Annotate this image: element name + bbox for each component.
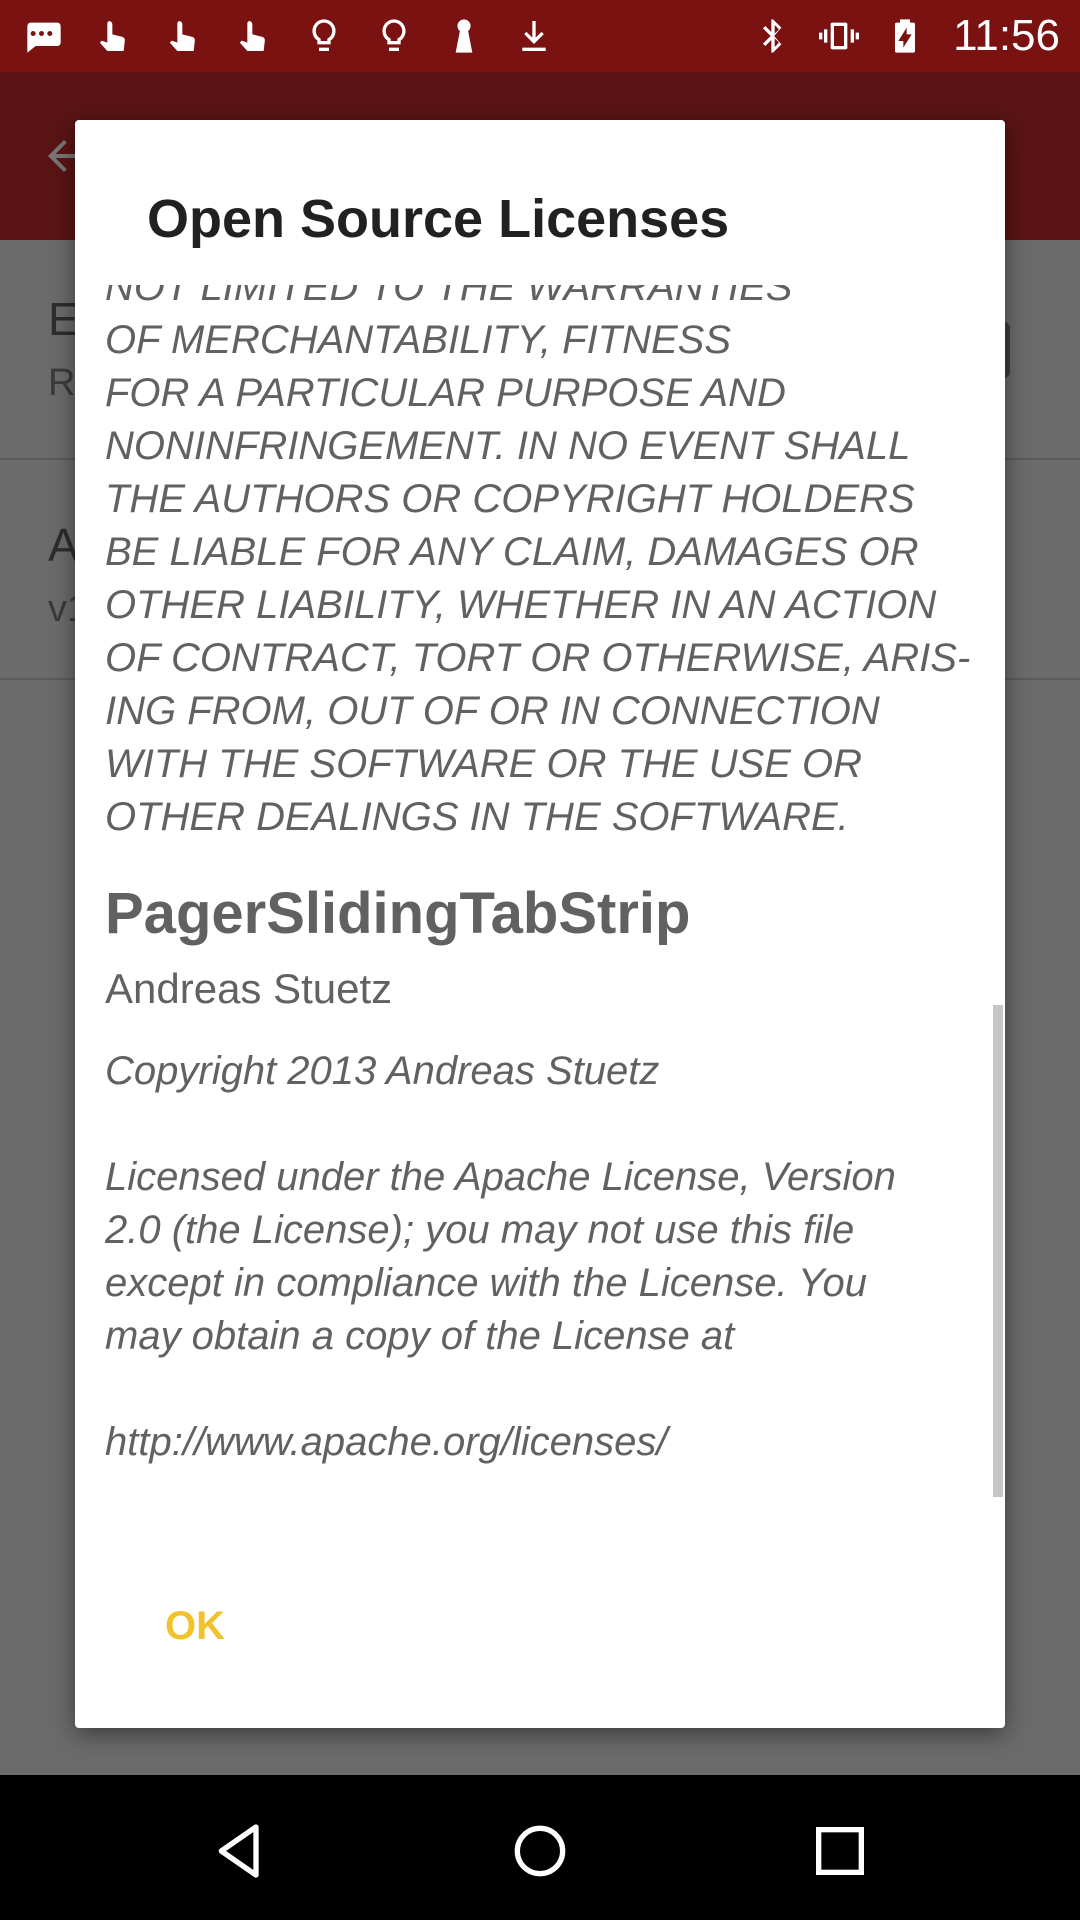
- license-scroll-area[interactable]: WITHOUT WARRANTY OF ANY KIND, EXPRESS OR…: [75, 285, 1005, 1687]
- license-text: Copyright 2013 Andreas Stuetz Licensed u…: [105, 1049, 896, 1464]
- licenses-dialog: Open Source Licenses WITHOUT WARRANTY OF…: [75, 120, 1005, 1728]
- clock: 11:56: [953, 11, 1060, 60]
- back-nav-icon[interactable]: [204, 1815, 276, 1887]
- status-bar: 11:56: [0, 0, 1080, 72]
- notification-icons: [20, 12, 558, 60]
- keyhole-icon: [440, 12, 488, 60]
- home-nav-icon[interactable]: [504, 1815, 576, 1887]
- library-name: PagerSlidingTabStrip: [105, 881, 691, 946]
- dialog-title: Open Source Licenses: [147, 189, 730, 249]
- touch-icon: [230, 12, 278, 60]
- license-content: WITHOUT WARRANTY OF ANY KIND, EXPRESS OR…: [105, 285, 975, 1469]
- download-icon: [510, 12, 558, 60]
- bulb-icon: [300, 12, 348, 60]
- bluetooth-icon: [749, 12, 797, 60]
- bulb-icon: [370, 12, 418, 60]
- battery-charging-icon: [881, 12, 929, 60]
- license-text: WITHOUT WARRANTY OF ANY KIND, EXPRESS OR…: [105, 285, 971, 839]
- recents-nav-icon[interactable]: [804, 1815, 876, 1887]
- library-author: Andreas Stuetz: [105, 965, 393, 1012]
- vibrate-icon: [815, 12, 863, 60]
- touch-icon: [160, 12, 208, 60]
- touch-icon: [90, 12, 138, 60]
- ok-button[interactable]: OK: [165, 1586, 225, 1666]
- scrollbar-thumb[interactable]: [993, 1005, 1003, 1497]
- system-icons: 11:56: [749, 12, 1060, 60]
- navigation-bar: [0, 1775, 1080, 1920]
- list-item-subtitle: R: [48, 362, 76, 404]
- message-icon: [20, 12, 68, 60]
